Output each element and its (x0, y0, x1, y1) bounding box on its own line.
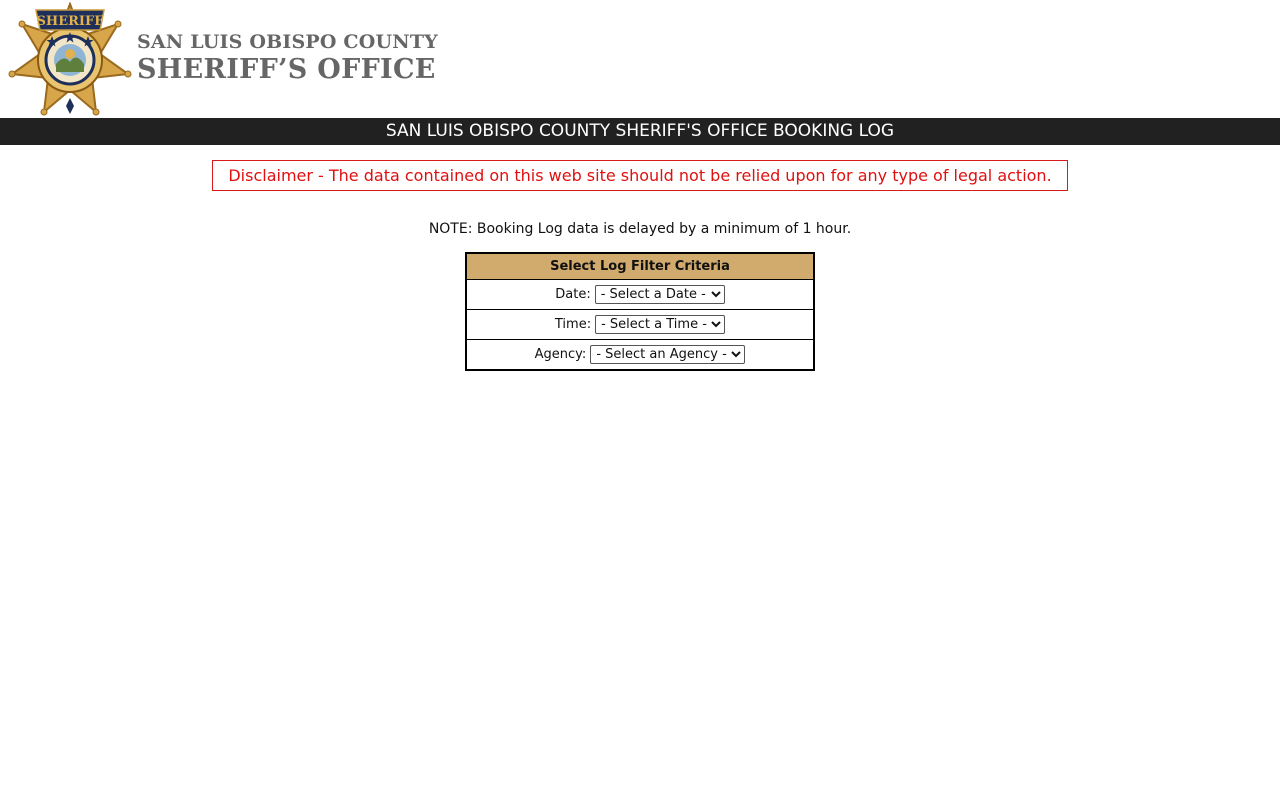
filter-row-date: Date: - Select a Date - (467, 280, 813, 310)
agency-wordmark: SAN LUIS OBISPO COUNTY SHERIFF’S OFFICE (137, 30, 438, 86)
svg-text:SHERIFF: SHERIFF (37, 14, 105, 29)
time-select[interactable]: - Select a Time - (595, 315, 726, 334)
filter-table-heading: Select Log Filter Criteria (467, 254, 813, 280)
brand-line-county: SAN LUIS OBISPO COUNTY (137, 31, 438, 53)
log-filter-table: Select Log Filter Criteria Date: - Selec… (465, 252, 815, 371)
site-header: SHERIFF SAN LUIS OBISPO COUNTY SHERIFF’S… (0, 0, 1280, 118)
date-label: Date: (555, 287, 591, 302)
disclaimer-box: Disclaimer - The data contained on this … (212, 160, 1068, 191)
date-select[interactable]: - Select a Date - (594, 285, 725, 304)
filter-row-agency: Agency: - Select an Agency - (467, 340, 813, 369)
filter-row-time: Time: - Select a Time - (467, 310, 813, 340)
time-label: Time: (554, 317, 592, 332)
delay-note: NOTE: Booking Log data is delayed by a m… (428, 221, 852, 237)
agency-select[interactable]: - Select an Agency - (590, 345, 746, 364)
brand-line-office: SHERIFF’S OFFICE (137, 54, 436, 85)
sheriff-star-badge-icon: SHERIFF (8, 2, 132, 116)
agency-label: Agency: (534, 347, 587, 362)
page-title-bar: SAN LUIS OBISPO COUNTY SHERIFF'S OFFICE … (0, 118, 1280, 145)
